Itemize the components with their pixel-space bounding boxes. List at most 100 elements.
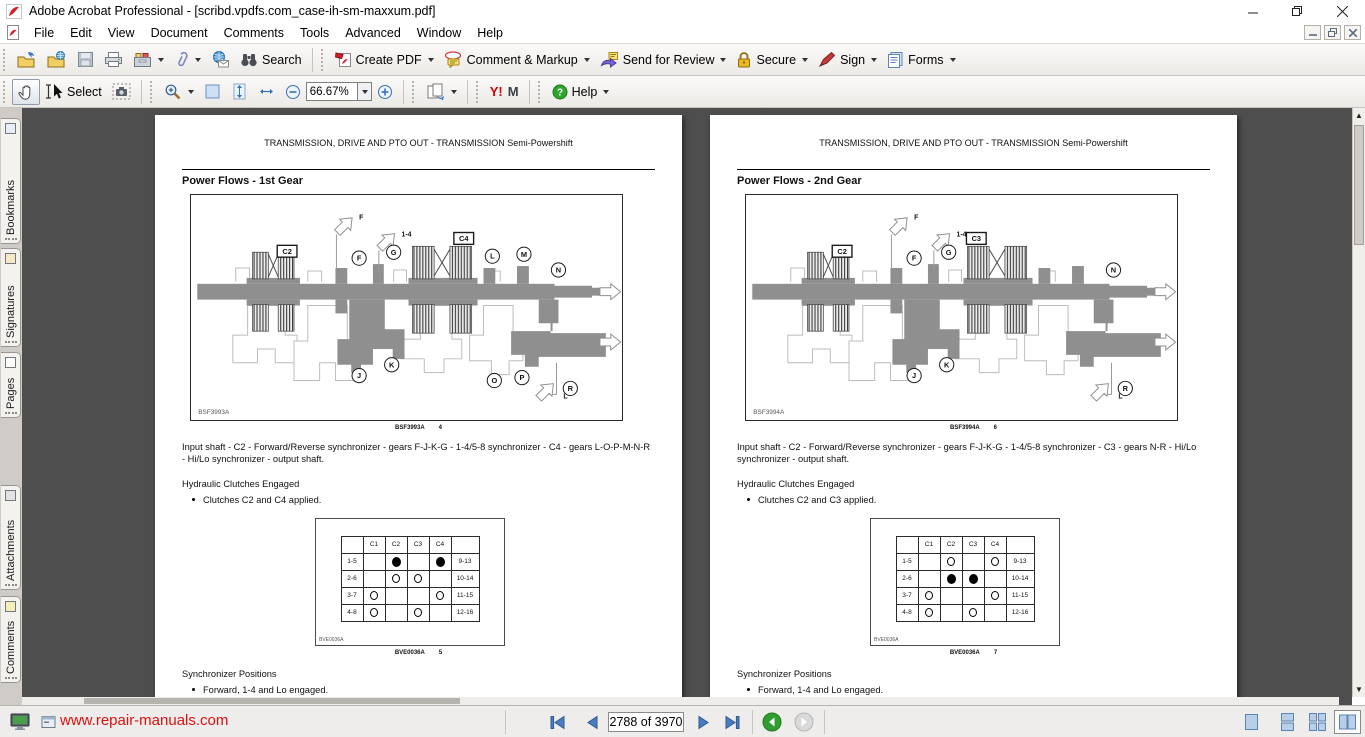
previous-view-button[interactable] — [758, 710, 786, 734]
signature-icon — [5, 253, 16, 264]
toolbar-grip[interactable] — [412, 81, 417, 103]
scroll-up-button[interactable]: ▲ — [1353, 108, 1365, 123]
organizer-button[interactable] — [128, 47, 169, 72]
zoom-tool-button[interactable] — [159, 79, 199, 105]
continuous-facing-view-button[interactable] — [1304, 710, 1331, 734]
menu-document[interactable]: Document — [143, 24, 216, 42]
binoculars-icon — [240, 52, 258, 68]
svg-text:G: G — [391, 248, 397, 257]
page-indicator-input[interactable] — [608, 712, 684, 732]
menu-help[interactable]: Help — [469, 24, 511, 42]
vertical-scrollbar[interactable]: ▲ ▼ — [1352, 108, 1365, 697]
menu-view[interactable]: View — [100, 24, 143, 42]
continuous-view-button[interactable] — [1274, 710, 1301, 734]
clutch-marker — [392, 574, 400, 583]
yahoo-label-dark: M — [508, 84, 519, 99]
print-button[interactable] — [99, 47, 128, 72]
minimize-button[interactable] — [1230, 0, 1275, 22]
comment-markup-button[interactable]: Comment & Markup — [439, 47, 595, 72]
menu-comments[interactable]: Comments — [216, 24, 292, 42]
page-display-button[interactable] — [421, 79, 462, 104]
toolbar-grip[interactable] — [3, 81, 8, 103]
toolbar-grip[interactable] — [150, 81, 155, 103]
restore-button[interactable] — [1275, 0, 1320, 22]
tab-attachments[interactable]: Attachments — [1, 485, 21, 590]
toolbar-grip[interactable] — [321, 49, 326, 71]
help-button[interactable]: ? Help — [547, 80, 615, 104]
fit-height-button[interactable] — [226, 79, 253, 104]
menu-edit[interactable]: Edit — [62, 24, 100, 42]
create-pdf-button[interactable]: Create PDF — [330, 47, 439, 72]
attach-button[interactable] — [169, 47, 206, 72]
close-button[interactable] — [1320, 0, 1365, 22]
next-page-button[interactable] — [690, 710, 718, 734]
last-page-button[interactable] — [718, 710, 746, 734]
menu-window[interactable]: Window — [409, 24, 469, 42]
svg-text:BSF3993A: BSF3993A — [198, 409, 230, 416]
doc-close-button[interactable] — [1344, 25, 1361, 40]
toolbar-grip[interactable] — [476, 81, 481, 103]
menu-advanced[interactable]: Advanced — [337, 24, 409, 42]
toolbar-grip[interactable] — [538, 81, 543, 103]
dropdown-arrow-icon — [950, 58, 956, 62]
repair-manuals-link[interactable]: www.repair-manuals.com — [60, 712, 228, 729]
doc-minimize-button[interactable] — [1304, 25, 1321, 40]
toolbar-separator — [529, 80, 530, 104]
secure-button[interactable]: Secure — [731, 47, 813, 72]
toolbar-grip[interactable] — [3, 49, 8, 71]
tab-grip-icon — [5, 677, 17, 679]
first-page-button[interactable] — [543, 710, 571, 734]
table-row: 1-59-13 — [896, 553, 1034, 570]
yahoo-toolbar-button[interactable]: Y! M — [485, 80, 524, 103]
select-tool-button[interactable]: Select — [40, 79, 107, 104]
forms-button[interactable]: Forms — [882, 47, 960, 72]
scroll-down-button[interactable]: ▼ — [1353, 682, 1365, 697]
status-window-button[interactable] — [38, 710, 58, 734]
table-caption: BVE0036A5 — [155, 650, 682, 656]
tab-bookmarks[interactable]: Bookmarks — [1, 118, 21, 244]
open-web-button[interactable] — [42, 47, 72, 72]
svg-text:J: J — [912, 371, 916, 380]
sign-button[interactable]: Sign — [813, 47, 882, 72]
search-button[interactable]: Search — [235, 48, 307, 72]
tab-label: Signatures — [5, 267, 17, 338]
fit-width-button[interactable] — [253, 79, 280, 104]
zoom-dropdown-button[interactable] — [358, 82, 372, 101]
sync-heading: Synchronizer Positions — [737, 669, 1210, 679]
fit-page-button[interactable] — [199, 79, 226, 104]
vscroll-thumb[interactable] — [1354, 125, 1364, 245]
zoom-in-button[interactable] — [372, 80, 398, 104]
email-button[interactable] — [206, 47, 235, 72]
horizontal-scrollbar[interactable] — [22, 697, 1339, 705]
attachment-icon — [5, 490, 16, 501]
send-for-review-button[interactable]: Send for Review — [595, 47, 732, 72]
table-row: 4-812-16 — [896, 604, 1034, 621]
menu-tools[interactable]: Tools — [292, 24, 337, 42]
zoom-out-button[interactable] — [280, 80, 306, 104]
svg-text:F: F — [912, 254, 917, 263]
tab-pages[interactable]: Pages — [1, 352, 21, 418]
engaged-clutch-marker — [436, 557, 445, 567]
figure-caption: BSF3993A4 — [155, 425, 682, 431]
zoom-level-input[interactable] — [306, 82, 358, 101]
tab-comments[interactable]: Comments — [1, 596, 21, 683]
comment-icon — [5, 601, 16, 612]
hscroll-thumb[interactable] — [84, 698, 460, 704]
screen-mode-button[interactable] — [6, 710, 34, 734]
save-button[interactable] — [72, 47, 99, 72]
svg-text:C3: C3 — [972, 234, 981, 243]
open-button[interactable] — [12, 47, 42, 72]
snapshot-button[interactable] — [107, 79, 136, 104]
page-display-icon — [426, 83, 445, 100]
svg-text:J: J — [357, 371, 361, 380]
next-view-button[interactable] — [790, 710, 818, 734]
previous-page-button[interactable] — [578, 710, 606, 734]
pages-icon — [5, 357, 16, 368]
tab-label: Bookmarks — [5, 137, 17, 235]
menu-file[interactable]: File — [26, 24, 62, 42]
single-page-view-button[interactable] — [1238, 710, 1265, 734]
tab-signatures[interactable]: Signatures — [1, 248, 21, 347]
facing-view-button[interactable] — [1334, 710, 1361, 734]
hand-tool-button[interactable] — [12, 79, 40, 105]
doc-restore-button[interactable] — [1324, 25, 1341, 40]
